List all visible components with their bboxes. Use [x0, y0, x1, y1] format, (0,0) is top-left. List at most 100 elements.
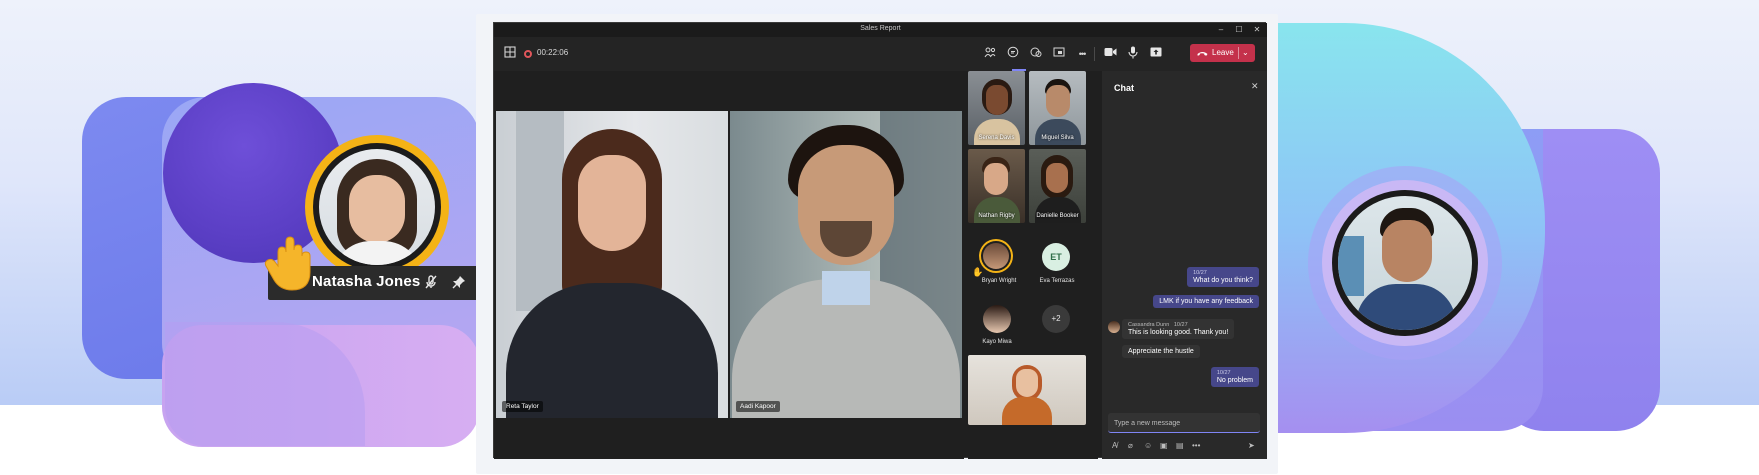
person-collar — [822, 271, 870, 305]
message-text: What do you think? — [1193, 277, 1253, 284]
video-tile[interactable]: Reta Taylor — [496, 111, 728, 418]
chat-message: 10/27 What do you think? — [1187, 267, 1259, 287]
gallery-tile-name: Serena Davis — [978, 135, 1015, 141]
compose-box — [1108, 413, 1260, 433]
compose-toolbar: A̸ ⌀ ☺ ▣ ▤ ••• ➤ — [1112, 439, 1260, 453]
avatar-shirt — [1356, 284, 1456, 330]
gallery-tile[interactable]: Serena Davis — [968, 71, 1025, 145]
pin-icon[interactable] — [450, 274, 468, 292]
chat-message: Appreciate the hustle — [1122, 345, 1200, 358]
share-tray-icon[interactable] — [1051, 46, 1067, 62]
camera-icon[interactable] — [1102, 46, 1118, 62]
format-icon[interactable]: A̸ — [1112, 439, 1117, 453]
grid-icon[interactable] — [502, 46, 518, 62]
person-body — [974, 119, 1020, 145]
attach-icon[interactable]: ⌀ — [1128, 439, 1133, 453]
video-tile[interactable]: Aadi Kapoor — [730, 111, 962, 418]
person-body — [1035, 119, 1081, 145]
window-title: Sales Report — [860, 25, 901, 32]
participant-name: Natasha Jones — [312, 273, 421, 290]
person-face — [578, 155, 646, 251]
chat-panel: Chat ✕ 10/27 What do you think? LMK if y… — [1102, 71, 1267, 459]
mic-off-icon[interactable] — [422, 274, 440, 292]
avatar-face — [1382, 220, 1432, 282]
toolbar-divider — [1094, 47, 1095, 61]
window-frame — [516, 111, 564, 311]
tile-name: Reta Taylor — [502, 401, 543, 412]
emoji-icon[interactable]: ☺ — [1144, 439, 1152, 453]
meeting-timer: 00:22:06 — [537, 48, 569, 57]
maximize-icon[interactable]: ☐ — [1232, 24, 1246, 36]
person-face — [984, 163, 1008, 195]
self-view-tile[interactable] — [968, 355, 1086, 425]
message-time: 10/27 — [1173, 322, 1188, 328]
person-body — [1002, 397, 1052, 425]
gallery-tile-name: Danielle Booker — [1036, 213, 1079, 219]
participant-name: Kayo Miwa — [982, 339, 1012, 345]
participant-gallery: Serena Davis Miguel Silva Nathan Rigby D… — [968, 71, 1098, 459]
record-icon — [524, 50, 532, 58]
message-time: 10/27 — [1193, 270, 1207, 276]
title-bar: Sales Report – ☐ ✕ — [494, 23, 1267, 37]
send-icon[interactable]: ➤ — [1248, 439, 1255, 453]
chat-title: Chat — [1114, 83, 1134, 93]
person-body — [506, 283, 718, 418]
overflow-count[interactable]: +2 — [1042, 305, 1070, 333]
participant-avatar — [319, 149, 435, 265]
tile-name: Aadi Kapoor — [736, 401, 780, 412]
gif-icon[interactable]: ▣ — [1160, 439, 1168, 453]
react-icon[interactable] — [1028, 46, 1044, 62]
person-face — [1046, 85, 1070, 117]
meeting-window: Sales Report – ☐ ✕ 00:22:06 ••• Leave ⌄ … — [493, 22, 1267, 459]
message-meta: Cassandra Dunn 10/27 — [1128, 322, 1228, 328]
message-text: Appreciate the hustle — [1128, 348, 1194, 355]
leave-button[interactable]: Leave ⌄ — [1190, 44, 1255, 62]
message-input[interactable] — [1114, 417, 1254, 429]
avatar-face — [349, 175, 405, 243]
person-body — [974, 197, 1020, 223]
more-icon[interactable]: ••• — [1192, 439, 1200, 453]
gallery-tile[interactable]: Danielle Booker — [1029, 149, 1086, 223]
gallery-tile[interactable]: Nathan Rigby — [968, 149, 1025, 223]
participant-avatar — [1338, 196, 1472, 330]
gallery-tile[interactable]: Miguel Silva — [1029, 71, 1086, 145]
gallery-tile-name: Miguel Silva — [1041, 135, 1074, 141]
meeting-toolbar: 00:22:06 ••• Leave ⌄ — [494, 37, 1267, 71]
raise-hand-icon: ✋ — [972, 267, 984, 277]
participant-name: Bryan Wright — [981, 278, 1017, 284]
background-painting — [1338, 236, 1364, 296]
close-icon[interactable]: ✕ — [1251, 81, 1259, 92]
message-text: This is looking good. Thank you! — [1128, 329, 1229, 336]
message-text: No problem — [1216, 377, 1253, 384]
chat-icon[interactable] — [1005, 46, 1021, 62]
message-time: 10/27 — [1216, 370, 1231, 376]
person-face — [1016, 369, 1038, 397]
participant-name: Eva Terrazas — [1039, 278, 1075, 284]
leave-label: Leave — [1212, 48, 1234, 57]
more-icon[interactable]: ••• — [1074, 46, 1090, 62]
chat-message: LMK if you have any feedback — [1153, 295, 1259, 308]
chat-message: Cassandra Dunn 10/27 This is looking goo… — [1122, 319, 1235, 339]
chat-message: 10/27 No problem — [1210, 367, 1259, 387]
initials-avatar[interactable]: ET — [1042, 243, 1070, 271]
sender-name: Cassandra Dunn — [1128, 322, 1170, 328]
close-icon[interactable]: ✕ — [1250, 24, 1264, 36]
person-face — [1046, 163, 1068, 193]
minimize-icon[interactable]: – — [1214, 24, 1228, 36]
message-text: LMK if you have any feedback — [1159, 298, 1253, 305]
raise-hand-icon — [264, 236, 311, 291]
participant-avatar[interactable] — [983, 243, 1009, 269]
leave-divider — [1238, 47, 1239, 59]
participant-avatar[interactable] — [983, 305, 1011, 333]
people-icon[interactable] — [982, 46, 998, 62]
person-body — [1035, 197, 1081, 223]
chevron-down-icon[interactable]: ⌄ — [1242, 44, 1249, 62]
share-icon[interactable] — [1148, 46, 1164, 62]
gallery-tile-name: Nathan Rigby — [978, 213, 1015, 219]
sticker-icon[interactable]: ▤ — [1176, 439, 1184, 453]
stage-area: Reta Taylor Aadi Kapoor — [494, 71, 964, 459]
mic-icon[interactable] — [1125, 46, 1141, 62]
sender-avatar — [1108, 321, 1120, 333]
phone-icon — [1197, 44, 1208, 68]
person-face — [986, 85, 1008, 115]
